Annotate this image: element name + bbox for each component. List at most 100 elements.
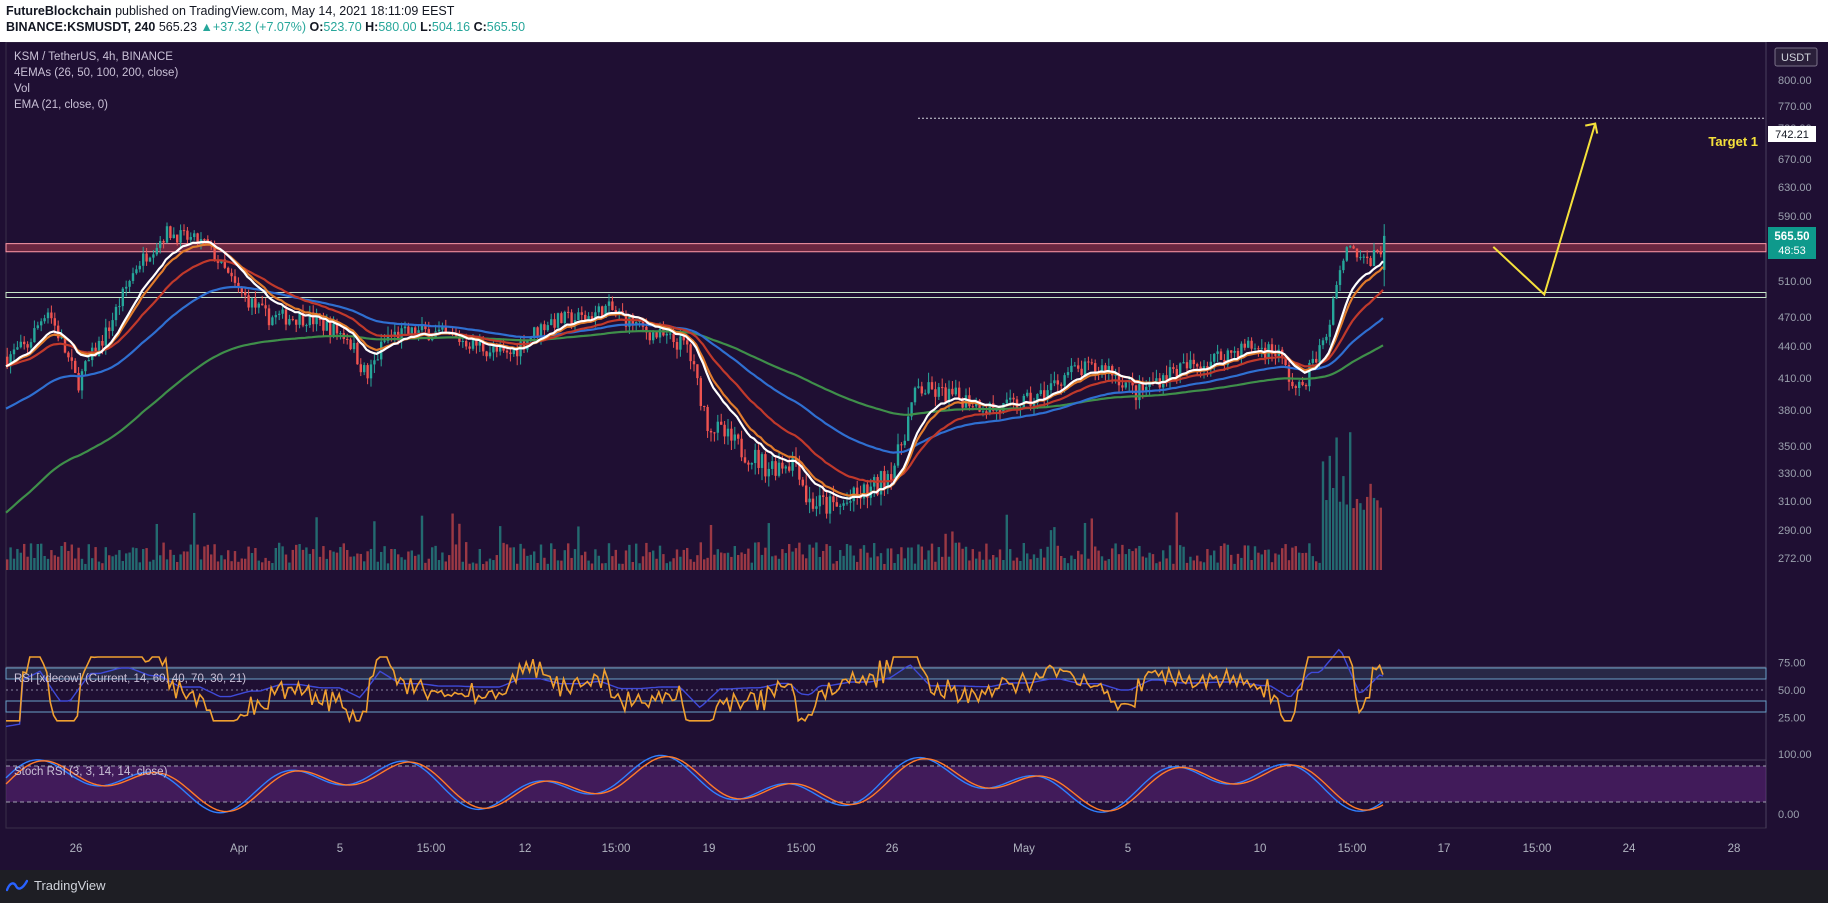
- candle-body: [692, 361, 696, 365]
- candle-body: [169, 226, 172, 239]
- candle-body: [1185, 362, 1189, 369]
- volume-bar: [451, 513, 454, 570]
- volume-bar: [927, 550, 930, 570]
- candle-body: [611, 301, 614, 311]
- volume-bar: [325, 558, 328, 570]
- volume-bar: [1247, 545, 1250, 570]
- price-tick-label: 350.00: [1778, 441, 1812, 453]
- candle-body: [648, 332, 651, 341]
- volume-bar: [1005, 514, 1008, 570]
- volume-bar: [182, 551, 186, 570]
- volume-bar: [526, 555, 529, 570]
- candle-body: [1362, 256, 1365, 258]
- candle-body: [1335, 284, 1338, 299]
- time-tick-label: 28: [1728, 843, 1741, 855]
- volume-bar: [1053, 527, 1056, 570]
- candle-body: [896, 444, 900, 466]
- volume-bar: [1080, 554, 1083, 570]
- volume-bar: [723, 553, 726, 570]
- volume-bar: [1131, 551, 1134, 570]
- candle-body: [689, 344, 692, 362]
- volume-bar: [87, 544, 90, 570]
- price-tick-label: 310.00: [1778, 496, 1812, 508]
- chart-area[interactable]: 75.00 50.00 25.00 100.00 0.00 KSM / TetherU…: [0, 42, 1828, 870]
- time-tick-label: 19: [703, 843, 716, 855]
- candle-body: [1094, 363, 1097, 372]
- volume-bar: [1151, 554, 1155, 570]
- volume-bar: [1270, 562, 1274, 570]
- candle-body: [774, 461, 777, 476]
- volume-bar: [611, 556, 614, 570]
- volume-bar: [1121, 544, 1124, 570]
- candle-body: [74, 360, 77, 373]
- volume-bar: [495, 555, 498, 570]
- price-tick-label: 410.00: [1778, 373, 1812, 385]
- volume-bar: [1148, 552, 1151, 570]
- legend-rsi[interactable]: RSI [xdecow] (Current, 14, 60, 40, 70, 3…: [14, 673, 246, 685]
- volume-bar: [376, 561, 379, 570]
- tradingview-brand[interactable]: TradingView: [6, 878, 106, 893]
- volume-bar: [1189, 556, 1192, 570]
- volume-bar: [410, 550, 413, 570]
- volume-bar: [114, 554, 118, 570]
- volume-bar: [131, 547, 135, 570]
- candle-body: [747, 462, 750, 465]
- legend-ema21[interactable]: EMA (21, close, 0): [14, 99, 108, 111]
- volume-bar: [516, 563, 519, 570]
- candle-body: [1338, 270, 1342, 285]
- ohlc-line: BINANCE:KSMUSDT, 240 565.23 ▲+37.32 (+7.…: [6, 20, 525, 34]
- candle-body: [182, 230, 186, 232]
- author-name[interactable]: FutureBlockchain: [6, 4, 112, 18]
- candle-body: [203, 239, 206, 241]
- candle-body: [1355, 248, 1359, 258]
- volume-bar: [512, 547, 515, 570]
- volume-bar: [1311, 556, 1314, 570]
- volume-bar: [305, 547, 308, 570]
- volume-bar: [386, 563, 390, 570]
- price-tick-label: 290.00: [1778, 525, 1812, 537]
- volume-bar: [397, 554, 400, 570]
- volume-bar: [519, 543, 522, 570]
- volume-bar: [686, 547, 689, 570]
- volume-bar: [1168, 545, 1172, 570]
- candle-body: [488, 352, 492, 357]
- volume-bar: [1158, 561, 1161, 570]
- footer-bar: TradingView: [0, 870, 1828, 903]
- volume-bar: [417, 554, 420, 570]
- candle-body: [1325, 336, 1328, 341]
- legend-vol[interactable]: Vol: [14, 83, 30, 95]
- volume-bar: [1083, 522, 1087, 570]
- volume-bar: [890, 548, 893, 570]
- volume-bar: [332, 551, 335, 570]
- candle-body: [305, 325, 308, 327]
- candle-body: [699, 378, 702, 406]
- volume-bar: [747, 548, 750, 570]
- volume-bar: [145, 548, 148, 570]
- candle-body: [1304, 384, 1308, 387]
- legend-series[interactable]: KSM / TetherUS, 4h, BINANCE: [14, 51, 173, 63]
- candle-body: [332, 323, 335, 337]
- volume-bar: [805, 558, 808, 570]
- volume-bar: [499, 526, 502, 570]
- volume-bar: [97, 561, 101, 570]
- time-tick-label: 10: [1254, 843, 1267, 855]
- volume-bar: [781, 549, 784, 570]
- candle-body: [407, 326, 410, 335]
- volume-bar: [1219, 545, 1223, 570]
- volume-bar: [791, 551, 794, 570]
- candle-body: [1077, 365, 1080, 369]
- volume-bar: [842, 555, 845, 570]
- volume-bar: [1230, 554, 1233, 570]
- legend-stoch[interactable]: Stoch RSI (3, 3, 14, 14, close): [14, 766, 168, 778]
- volume-bar: [808, 544, 811, 570]
- candle-body: [1063, 375, 1066, 386]
- volume-bar: [1318, 562, 1321, 570]
- volume-bar: [468, 563, 471, 570]
- legend-emas[interactable]: 4EMAs (26, 50, 100, 200, close): [14, 67, 178, 79]
- candle-body: [771, 461, 774, 469]
- candle-body: [1298, 381, 1301, 388]
- volume-bar: [1145, 557, 1148, 570]
- volume-bar: [1196, 555, 1199, 570]
- volume-bar: [1039, 548, 1042, 570]
- volume-bar: [227, 550, 230, 570]
